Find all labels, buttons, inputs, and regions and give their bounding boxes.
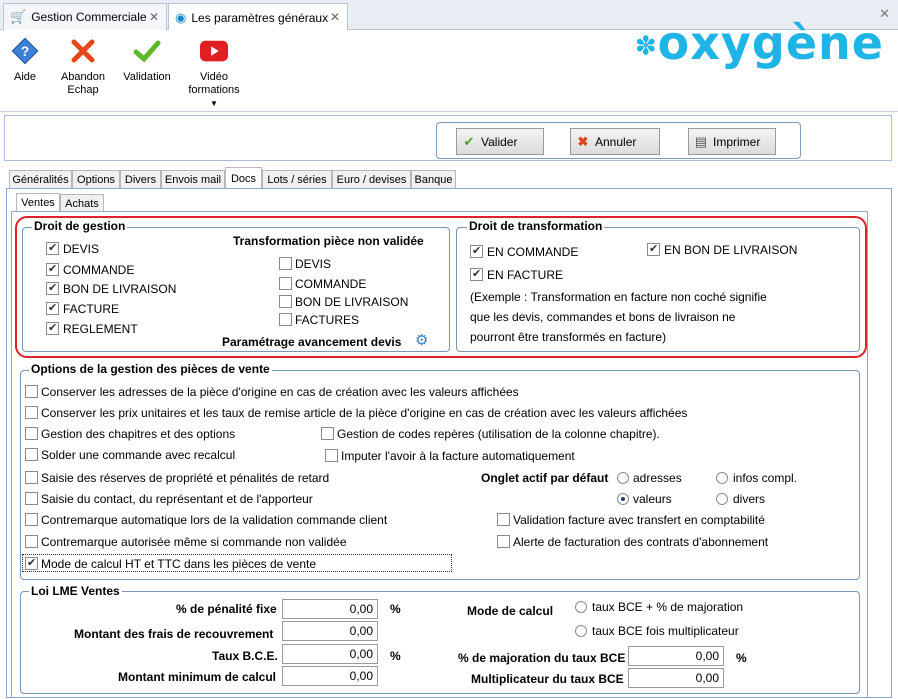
tab-banque[interactable]: Banque xyxy=(411,170,456,188)
checkbox-commande[interactable] xyxy=(46,262,59,276)
abandon-label: Abandon xyxy=(60,71,106,83)
video-label: Vidéo xyxy=(200,71,228,83)
tab-lots-series[interactable]: Lots / séries xyxy=(262,170,332,188)
checkbox-conserver-adresses[interactable] xyxy=(25,385,38,398)
mode-calcul-label: Mode de calcul xyxy=(467,604,554,618)
video-sublabel: formations xyxy=(188,84,240,96)
annuler-button[interactable]: ✖ Annuler xyxy=(570,128,660,155)
tab-parametres-generaux[interactable]: ◉ Les paramètres généraux ✕ xyxy=(168,3,348,31)
radio-adresses[interactable] xyxy=(617,472,629,484)
group-title: Loi LME Ventes xyxy=(29,584,122,598)
note-line: pourront être transformés en facture) xyxy=(470,330,667,344)
tab-achats[interactable]: Achats xyxy=(60,194,104,212)
checkbox-chapitres-options[interactable] xyxy=(25,427,38,440)
checkbox-devis[interactable] xyxy=(46,241,59,255)
checkbox-alerte-facturation[interactable] xyxy=(497,535,510,548)
group-title: Droit de transformation xyxy=(467,219,605,233)
tab-docs[interactable]: Docs xyxy=(225,167,262,189)
check-icon: ✔ xyxy=(463,133,475,149)
checkbox-conserver-prix[interactable] xyxy=(25,406,38,419)
help-icon: ? xyxy=(10,36,40,66)
radio-valeurs[interactable] xyxy=(617,493,629,505)
note-line: (Exemple : Transformation en facture non… xyxy=(470,290,767,304)
radio-infos-compl[interactable] xyxy=(716,472,728,484)
settings-logo-icon: ◉ xyxy=(175,9,187,25)
tab-euro-devises[interactable]: Euro / devises xyxy=(332,170,411,188)
checkbox-transfo-bl[interactable] xyxy=(279,295,292,308)
video-formations-button[interactable]: Vidéo formations ▼ xyxy=(186,36,242,110)
help-button[interactable]: ? Aide xyxy=(6,36,44,84)
checkbox-transfo-commande[interactable] xyxy=(279,277,292,290)
checkbox-facture[interactable] xyxy=(46,301,59,315)
montant-minimum-field[interactable]: 0,00 xyxy=(282,666,378,686)
tab-options[interactable]: Options xyxy=(72,170,120,188)
printer-icon: ▤ xyxy=(694,133,708,149)
tab-gestion-commerciale[interactable]: 🛒 Gestion Commerciale ✕ xyxy=(3,3,167,30)
radio-divers[interactable] xyxy=(716,493,728,505)
oxygene-logo: ✽oxygène xyxy=(634,16,884,70)
checkbox-contremarque-auto[interactable] xyxy=(25,513,38,526)
checkbox-contremarque-non-validee[interactable] xyxy=(25,535,38,548)
tab-generalites[interactable]: Généralités xyxy=(9,170,72,188)
tab-label: Les paramètres généraux xyxy=(191,10,329,25)
multiplicateur-taux-field[interactable]: 0,00 xyxy=(628,668,724,688)
checkbox-transfo-factures[interactable] xyxy=(279,313,292,326)
valider-button[interactable]: ✔ Valider xyxy=(456,128,544,155)
gear-icon[interactable]: ⚙ xyxy=(415,333,431,349)
taux-bce-field[interactable]: 0,00 xyxy=(282,644,378,664)
checkbox-mode-calcul-ht-ttc[interactable] xyxy=(25,556,38,570)
checkbox-bon-livraison[interactable] xyxy=(46,281,59,295)
checkbox-imputer-avoir[interactable] xyxy=(325,449,338,462)
validation-button[interactable]: Validation xyxy=(120,36,174,84)
penalite-fixe-field[interactable]: 0,00 xyxy=(282,599,378,619)
dropdown-arrow-icon: ▼ xyxy=(210,99,218,108)
tab-ventes[interactable]: Ventes xyxy=(16,193,60,212)
tab-divers[interactable]: Divers xyxy=(120,170,161,188)
checkbox-validation-facture-compta[interactable] xyxy=(497,513,510,526)
validation-label: Validation xyxy=(123,71,171,83)
close-icon[interactable]: ✕ xyxy=(330,10,340,24)
parametrage-label: Paramétrage avancement devis xyxy=(222,335,402,349)
imprimer-button[interactable]: ▤ Imprimer xyxy=(688,128,776,155)
abandon-sublabel: Echap xyxy=(67,84,99,96)
checkbox-en-facture[interactable] xyxy=(470,267,483,281)
close-icon[interactable]: ✕ xyxy=(149,10,159,24)
group-title: Droit de gestion xyxy=(32,219,128,233)
svg-text:?: ? xyxy=(21,43,30,59)
tab-label: Gestion Commerciale xyxy=(31,10,147,24)
group-title: Options de la gestion des pièces de vent… xyxy=(29,362,272,376)
checkbox-codes-reperes[interactable] xyxy=(321,427,334,440)
checkbox-reserves-propriete[interactable] xyxy=(25,471,38,484)
cart-icon: 🛒 xyxy=(10,9,27,24)
checkbox-en-commande[interactable] xyxy=(470,244,483,258)
onglet-actif-label: Onglet actif par défaut xyxy=(481,471,609,485)
checkbox-reglement[interactable] xyxy=(46,321,59,335)
cancel-icon: ✖ xyxy=(577,133,589,149)
cancel-x-icon xyxy=(68,36,98,66)
checkbox-solder-commande[interactable] xyxy=(25,448,38,461)
tab-envois-mail[interactable]: Envois mail xyxy=(161,170,225,188)
radio-bce-majoration[interactable] xyxy=(575,601,587,613)
transformation-title: Transformation pièce non validée xyxy=(233,234,424,248)
frais-recouvrement-field[interactable]: 0,00 xyxy=(282,621,378,641)
help-label: Aide xyxy=(13,71,37,83)
checkbox-transfo-devis[interactable] xyxy=(279,257,292,270)
checkmark-icon xyxy=(132,36,162,66)
palm-tree-icon: ✽ xyxy=(634,31,658,62)
note-line: que les devis, commandes et bons de livr… xyxy=(470,310,736,324)
checkbox-en-bon-livraison[interactable] xyxy=(647,242,660,256)
radio-bce-multiplicateur[interactable] xyxy=(575,625,587,637)
video-play-icon xyxy=(199,36,229,66)
checkbox-saisie-contact[interactable] xyxy=(25,492,38,505)
abandon-button[interactable]: Abandon Echap xyxy=(58,36,108,97)
majoration-taux-field[interactable]: 0,00 xyxy=(628,646,724,666)
